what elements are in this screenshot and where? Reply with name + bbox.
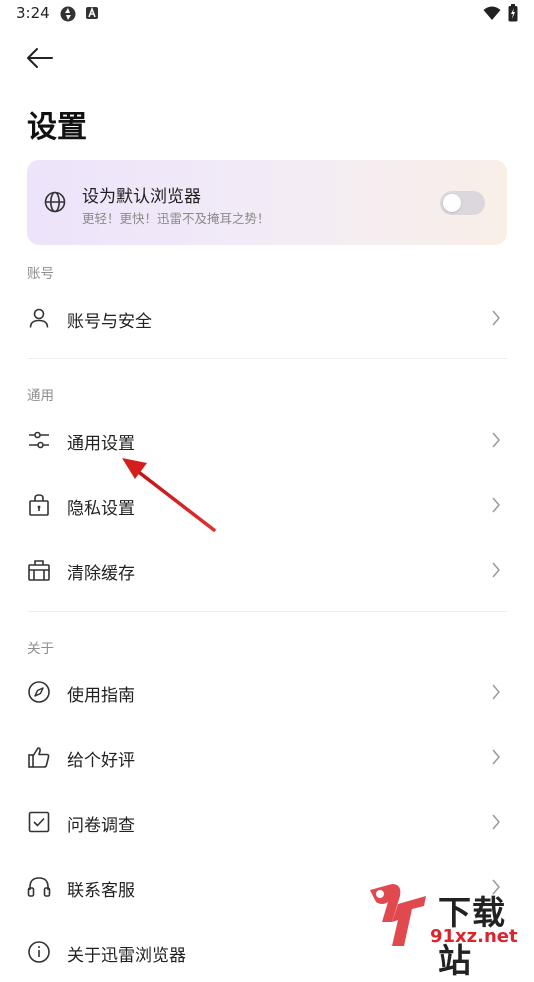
arrow-left-icon [27, 48, 53, 68]
row-label: 问卷调查 [67, 816, 135, 836]
section-label-general: 通用 [27, 388, 54, 404]
status-bar: 3:24 [0, 0, 534, 30]
battery-icon [508, 4, 518, 22]
row-label: 清除缓存 [67, 564, 135, 584]
checkbox-icon [28, 811, 50, 833]
row-label: 隐私设置 [67, 499, 135, 519]
row-label: 给个好评 [67, 751, 135, 771]
watermark: 下载站 91xz.net [360, 880, 534, 980]
headset-icon [27, 877, 51, 897]
thumbs-up-icon [28, 747, 50, 768]
row-label: 账号与安全 [67, 312, 152, 332]
chevron-right-icon [492, 562, 500, 578]
row-survey[interactable]: 问卷调查 [0, 792, 534, 852]
divider [27, 611, 507, 612]
toggle-knob [443, 194, 461, 212]
chevron-right-icon [492, 684, 500, 700]
row-label: 使用指南 [67, 686, 135, 706]
chevron-right-icon [492, 310, 500, 326]
sliders-icon [29, 431, 49, 449]
watermark-logo-icon [370, 884, 426, 946]
default-browser-toggle[interactable] [440, 191, 485, 215]
page-title: 设置 [27, 110, 87, 145]
chevron-right-icon [492, 749, 500, 765]
a-notification-icon [86, 6, 98, 19]
watermark-url: 91xz.net [430, 926, 518, 947]
back-button[interactable] [22, 42, 58, 74]
row-user-guide[interactable]: 使用指南 [0, 662, 534, 722]
compass-icon [28, 681, 50, 703]
lock-bag-icon [29, 494, 49, 516]
section-label-account: 账号 [27, 266, 54, 282]
row-account-security[interactable]: 账号与安全 [0, 288, 534, 348]
row-label: 关于迅雷浏览器 [67, 946, 186, 966]
row-general-settings[interactable]: 通用设置 [0, 410, 534, 470]
chevron-right-icon [492, 814, 500, 830]
broom-icon [28, 560, 50, 581]
default-browser-banner[interactable]: 设为默认浏览器 更轻！更快！迅雷不及掩耳之势！ [27, 160, 507, 245]
row-label: 联系客服 [67, 881, 135, 901]
row-rate-app[interactable]: 给个好评 [0, 727, 534, 787]
person-icon [29, 308, 49, 328]
divider [27, 358, 507, 359]
status-time: 3:24 [16, 4, 50, 22]
chevron-right-icon [492, 432, 500, 448]
section-label-about: 关于 [27, 641, 54, 657]
row-label: 通用设置 [67, 434, 135, 454]
row-privacy-settings[interactable]: 隐私设置 [0, 475, 534, 535]
row-clear-cache[interactable]: 清除缓存 [0, 540, 534, 600]
globe-icon [44, 191, 66, 213]
chevron-right-icon [492, 497, 500, 513]
app-notification-icon [60, 6, 76, 22]
info-icon [28, 941, 50, 963]
banner-subtitle: 更轻！更快！迅雷不及掩耳之势！ [82, 211, 270, 226]
wifi-icon [483, 6, 501, 20]
banner-title: 设为默认浏览器 [82, 187, 201, 207]
